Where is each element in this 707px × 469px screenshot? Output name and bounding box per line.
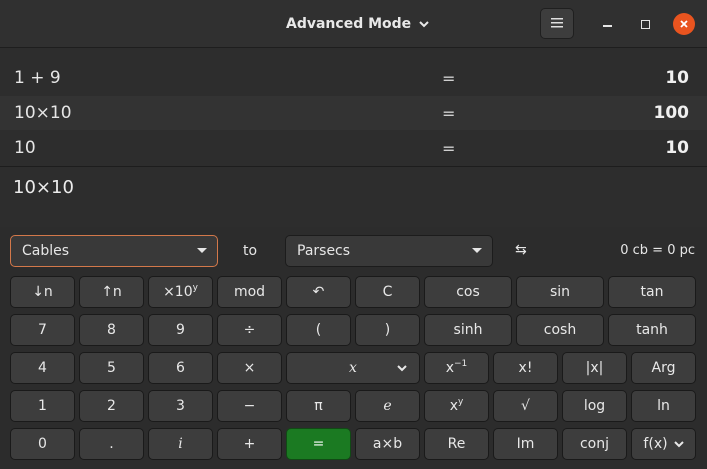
cos-button[interactable]: cos [424,276,512,308]
digit-7-button[interactable]: 7 [10,314,75,346]
minimize-button[interactable] [596,13,618,35]
history-row[interactable]: 1 + 9 = 10 [0,61,707,95]
digit-8-button[interactable]: 8 [79,314,144,346]
function-menu-button[interactable]: f(x) [631,428,696,460]
close-button[interactable] [673,13,695,35]
history-row[interactable]: 10×10 = 100 [0,96,707,130]
subscript-button[interactable]: ↓n [10,276,75,308]
factorial-button[interactable]: x! [493,352,558,384]
to-unit-label: Parsecs [297,243,351,259]
maximize-button[interactable] [634,13,656,35]
digit-1-button[interactable]: 1 [10,390,75,422]
chevron-down-icon [673,436,684,452]
chevron-down-icon [419,17,429,31]
main-menu-button[interactable] [540,8,574,39]
exponent-button[interactable]: ×10 y [148,276,213,308]
conjugate-button[interactable]: conj [562,428,627,460]
sinh-button[interactable]: sinh [424,314,512,346]
chevron-down-icon [397,362,407,375]
digit-0-button[interactable]: 0 [10,428,75,460]
digit-3-button[interactable]: 3 [148,390,213,422]
history-equals: = [442,68,456,88]
history-list: 1 + 9 = 10 10×10 = 100 10 = 10 [0,48,707,166]
to-unit-select[interactable]: Parsecs [285,235,493,267]
sin-button[interactable]: sin [516,276,604,308]
expression-entry[interactable]: 10×10 [0,166,707,228]
digit-6-button[interactable]: 6 [148,352,213,384]
history-result: 10 [665,138,689,158]
pi-button[interactable]: π [286,390,351,422]
real-part-button[interactable]: Re [424,428,489,460]
unit-converter: Cables to Parsecs ⇆ 0 cb = 0 pc [0,227,707,273]
swap-units-icon[interactable]: ⇆ [515,242,527,258]
superscript-button[interactable]: ↑n [79,276,144,308]
divide-button[interactable]: ÷ [217,314,282,346]
subtract-button[interactable]: − [217,390,282,422]
imaginary-button[interactable]: i [148,428,213,460]
digit-4-button[interactable]: 4 [10,352,75,384]
maximize-icon [640,19,650,29]
add-button[interactable]: + [217,428,282,460]
digit-2-button[interactable]: 2 [79,390,144,422]
log-button[interactable]: log [562,390,627,422]
hamburger-menu-icon [551,16,563,32]
to-label: to [243,243,258,259]
equals-button[interactable]: = [286,428,351,460]
history-expression: 10 [14,138,36,158]
multiply-button[interactable]: × [217,352,282,384]
history-row[interactable]: 10 = 10 [0,131,707,165]
history-result: 100 [653,103,690,123]
clear-button[interactable]: C [355,276,420,308]
close-paren-button[interactable]: ) [355,314,420,346]
undo-icon: ↶ [312,284,325,300]
inverse-button[interactable]: x −1 [424,352,489,384]
close-icon [680,17,688,32]
decimal-point-button[interactable]: . [79,428,144,460]
power-button[interactable]: xy [424,390,489,422]
history-equals: = [442,103,456,123]
variable-x-menu-button[interactable]: x [286,352,420,384]
digit-5-button[interactable]: 5 [79,352,144,384]
mode-title: Advanced Mode [286,16,412,32]
expression-text: 10×10 [13,177,74,198]
history-expression: 10×10 [14,103,72,123]
arg-button[interactable]: Arg [631,352,696,384]
digit-9-button[interactable]: 9 [148,314,213,346]
open-paren-button[interactable]: ( [286,314,351,346]
dropdown-arrow-icon [472,248,482,253]
dropdown-arrow-icon [197,248,207,253]
sqrt-button[interactable]: √ [493,390,558,422]
undo-button[interactable]: ↶ [286,276,351,308]
from-unit-label: Cables [22,243,70,259]
history-equals: = [442,138,456,158]
factorize-button[interactable]: a×b [355,428,420,460]
imag-part-button[interactable]: Im [493,428,558,460]
minimize-icon [602,24,612,27]
ln-button[interactable]: ln [631,390,696,422]
conversion-result: 0 cb = 0 pc [620,243,695,258]
abs-button[interactable]: |x| [562,352,627,384]
mode-selector[interactable]: Advanced Mode [286,14,429,34]
euler-button[interactable]: e [355,390,420,422]
tanh-button[interactable]: tanh [608,314,696,346]
mod-button[interactable]: mod [217,276,282,308]
history-expression: 1 + 9 [14,68,61,88]
cosh-button[interactable]: cosh [516,314,604,346]
tan-button[interactable]: tan [608,276,696,308]
from-unit-select[interactable]: Cables [10,235,218,267]
header-bar: Advanced Mode [0,0,707,48]
history-result: 10 [665,68,689,88]
keypad: ↓n ↑n ×10 y mod ↶ C cos sin tan 7 8 9 ÷ (… [0,273,707,469]
